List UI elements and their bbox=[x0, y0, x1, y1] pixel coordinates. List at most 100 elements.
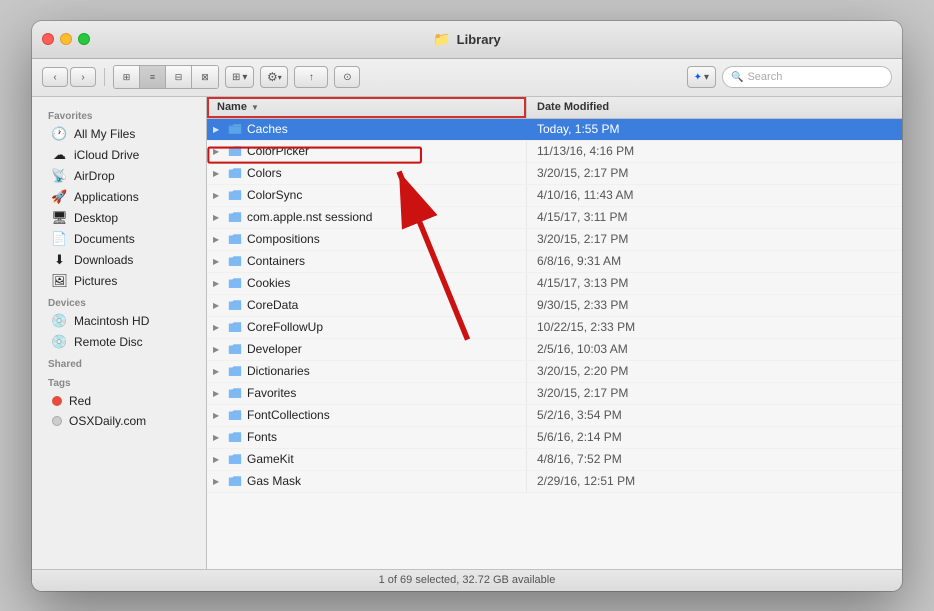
table-row[interactable]: ▶ CoreFollowUp 10/22/15, 2:33 PM bbox=[207, 317, 902, 339]
file-name: Dictionaries bbox=[247, 364, 310, 378]
tags-label: Tags bbox=[32, 372, 206, 391]
sidebar-item-tag-osxdaily[interactable]: OSXDaily.com bbox=[36, 411, 202, 431]
desktop-icon: 🖥 bbox=[52, 211, 67, 226]
table-row[interactable]: ▶ Favorites 3/20/15, 2:17 PM bbox=[207, 383, 902, 405]
search-bar[interactable]: 🔍 Search bbox=[722, 66, 892, 88]
sidebar-item-label: Pictures bbox=[74, 274, 117, 288]
dropbox-chevron: ▾ bbox=[704, 72, 709, 83]
sidebar: Favorites 🕐 All My Files ☁ iCloud Drive … bbox=[32, 97, 207, 569]
folder-icon bbox=[228, 123, 242, 135]
devices-label: Devices bbox=[32, 292, 206, 311]
back-button[interactable]: ‹ bbox=[42, 67, 68, 87]
table-row[interactable]: ▶ FontCollections 5/2/16, 3:54 PM bbox=[207, 405, 902, 427]
table-row[interactable]: ▶ Containers 6/8/16, 9:31 AM bbox=[207, 251, 902, 273]
folder-icon bbox=[228, 299, 242, 311]
arrange-button[interactable]: ⊞ ▾ bbox=[225, 66, 254, 88]
file-name: ColorSync bbox=[247, 188, 302, 202]
forward-button[interactable]: › bbox=[70, 67, 96, 87]
expand-triangle: ▶ bbox=[213, 477, 223, 486]
file-date: 11/13/16, 4:16 PM bbox=[527, 144, 902, 158]
sidebar-item-documents[interactable]: 📄 Documents bbox=[36, 229, 202, 250]
content-area: Favorites 🕐 All My Files ☁ iCloud Drive … bbox=[32, 97, 902, 569]
file-name: GameKit bbox=[247, 452, 294, 466]
sidebar-item-all-my-files[interactable]: 🕐 All My Files bbox=[36, 124, 202, 145]
file-name-cell: ▶ CoreFollowUp bbox=[207, 317, 527, 338]
table-row[interactable]: ▶ ColorPicker 11/13/16, 4:16 PM bbox=[207, 141, 902, 163]
file-name-cell: ▶ ColorSync bbox=[207, 185, 527, 206]
sidebar-item-remote-disc[interactable]: 💿 Remote Disc bbox=[36, 332, 202, 353]
file-date: 9/30/15, 2:33 PM bbox=[527, 298, 902, 312]
sidebar-item-label: Remote Disc bbox=[74, 335, 143, 349]
share-button[interactable]: ↑ bbox=[294, 66, 328, 88]
traffic-lights bbox=[42, 33, 90, 45]
sidebar-item-applications[interactable]: 🚀 Applications bbox=[36, 187, 202, 208]
finder-window: 📁 Library ‹ › ⊞ ≡ ⊟ ⊠ ⊞ ▾ ⚙ ▾ ↑ ⊙ bbox=[32, 21, 902, 591]
table-row[interactable]: ▶ Caches Today, 1:55 PM bbox=[207, 119, 902, 141]
icloud-icon: ☁ bbox=[52, 148, 67, 163]
file-date: 6/8/16, 9:31 AM bbox=[527, 254, 902, 268]
table-row[interactable]: ▶ Colors 3/20/15, 2:17 PM bbox=[207, 163, 902, 185]
sidebar-item-label: Documents bbox=[74, 232, 135, 246]
table-row[interactable]: ▶ com.apple.nst sessiond 4/15/17, 3:11 P… bbox=[207, 207, 902, 229]
table-row[interactable]: ▶ Compositions 3/20/15, 2:17 PM bbox=[207, 229, 902, 251]
sidebar-item-icloud[interactable]: ☁ iCloud Drive bbox=[36, 145, 202, 166]
column-view-button[interactable]: ⊟ bbox=[166, 66, 192, 88]
file-name-cell: ▶ com.apple.nst sessiond bbox=[207, 207, 527, 228]
arrange-chevron: ▾ bbox=[242, 72, 247, 83]
close-button[interactable] bbox=[42, 33, 54, 45]
table-row[interactable]: ▶ CoreData 9/30/15, 2:33 PM bbox=[207, 295, 902, 317]
file-name-cell: ▶ Developer bbox=[207, 339, 527, 360]
separator-1 bbox=[104, 68, 105, 86]
folder-icon bbox=[228, 409, 242, 421]
file-name-cell: ▶ Cookies bbox=[207, 273, 527, 294]
name-column-header[interactable]: Name ▼ bbox=[207, 97, 527, 118]
minimize-button[interactable] bbox=[60, 33, 72, 45]
search-icon: 🔍 bbox=[731, 72, 743, 83]
action-chevron: ▾ bbox=[278, 73, 282, 82]
files-scroll[interactable]: ▶ Caches Today, 1:55 PM ▶ bbox=[207, 119, 902, 569]
folder-icon bbox=[228, 321, 242, 333]
list-view-button[interactable]: ≡ bbox=[140, 66, 166, 88]
folder-icon bbox=[228, 365, 242, 377]
table-row[interactable]: ▶ Gas Mask 2/29/16, 12:51 PM bbox=[207, 471, 902, 493]
tag-button[interactable]: ⊙ bbox=[334, 66, 360, 88]
sidebar-item-tag-red[interactable]: Red bbox=[36, 391, 202, 411]
file-date: 3/20/15, 2:20 PM bbox=[527, 364, 902, 378]
airdrop-icon: 📡 bbox=[52, 169, 67, 184]
sidebar-item-airdrop[interactable]: 📡 AirDrop bbox=[36, 166, 202, 187]
file-date: 4/10/16, 11:43 AM bbox=[527, 188, 902, 202]
cover-flow-button[interactable]: ⊠ bbox=[192, 66, 218, 88]
sidebar-item-pictures[interactable]: 🖼 Pictures bbox=[36, 271, 202, 292]
file-date: 5/2/16, 3:54 PM bbox=[527, 408, 902, 422]
file-name-cell: ▶ CoreData bbox=[207, 295, 527, 316]
action-button[interactable]: ⚙ ▾ bbox=[260, 66, 288, 88]
table-row[interactable]: ▶ Developer 2/5/16, 10:03 AM bbox=[207, 339, 902, 361]
expand-triangle: ▶ bbox=[213, 125, 223, 134]
table-row[interactable]: ▶ GameKit 4/8/16, 7:52 PM bbox=[207, 449, 902, 471]
file-date: Today, 1:55 PM bbox=[527, 122, 902, 136]
sidebar-item-macintosh-hd[interactable]: 💿 Macintosh HD bbox=[36, 311, 202, 332]
sidebar-item-label: Downloads bbox=[74, 253, 133, 267]
all-my-files-icon: 🕐 bbox=[52, 127, 67, 142]
status-text: 1 of 69 selected, 32.72 GB available bbox=[379, 574, 556, 586]
table-row[interactable]: ▶ ColorSync 4/10/16, 11:43 AM bbox=[207, 185, 902, 207]
icon-view-button[interactable]: ⊞ bbox=[114, 66, 140, 88]
dropbox-button[interactable]: ✦ ▾ bbox=[687, 66, 716, 88]
search-placeholder: Search bbox=[747, 71, 782, 83]
file-name: ColorPicker bbox=[247, 144, 309, 158]
file-date: 10/22/15, 2:33 PM bbox=[527, 320, 902, 334]
file-date: 3/20/15, 2:17 PM bbox=[527, 386, 902, 400]
maximize-button[interactable] bbox=[78, 33, 90, 45]
folder-icon bbox=[228, 233, 242, 245]
table-row[interactable]: ▶ Fonts 5/6/16, 2:14 PM bbox=[207, 427, 902, 449]
file-name: CoreData bbox=[247, 298, 298, 312]
table-row[interactable]: ▶ Cookies 4/15/17, 3:13 PM bbox=[207, 273, 902, 295]
sidebar-item-downloads[interactable]: ⬇ Downloads bbox=[36, 250, 202, 271]
expand-triangle: ▶ bbox=[213, 213, 223, 222]
date-column-header[interactable]: Date Modified bbox=[527, 101, 902, 113]
table-row[interactable]: ▶ Dictionaries 3/20/15, 2:20 PM bbox=[207, 361, 902, 383]
sidebar-item-desktop[interactable]: 🖥 Desktop bbox=[36, 208, 202, 229]
expand-triangle: ▶ bbox=[213, 367, 223, 376]
file-date: 3/20/15, 2:17 PM bbox=[527, 232, 902, 246]
expand-triangle: ▶ bbox=[213, 279, 223, 288]
